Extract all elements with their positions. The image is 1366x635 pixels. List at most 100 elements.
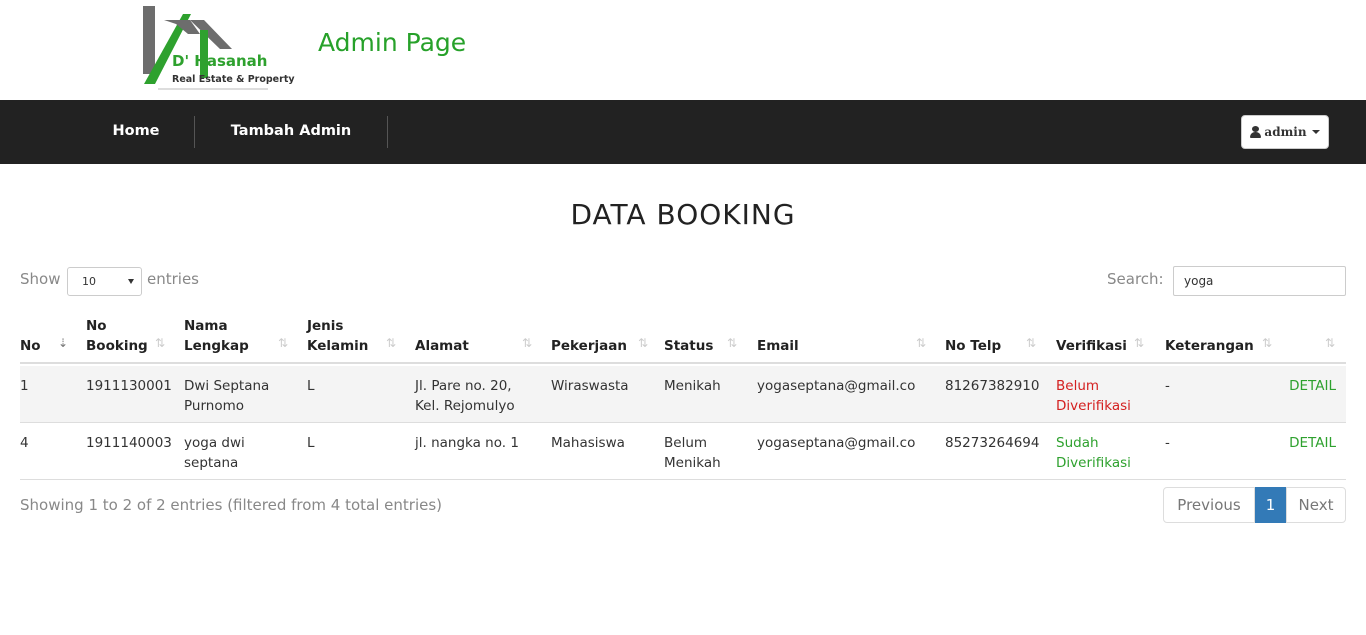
page-title: DATA BOOKING [570, 198, 796, 231]
column-header-label: Verifikasi [1056, 338, 1127, 354]
sort-icon[interactable]: ⇅ [278, 336, 290, 350]
cell-line: jl. nangka no. 1 [415, 435, 519, 451]
logo-tagline: Real Estate & Property [172, 74, 295, 85]
cell-line: Diverifikasi [1056, 455, 1131, 471]
user-menu-label: admin [1264, 125, 1307, 139]
cell-email: yogaseptana@gmail.co [757, 435, 916, 451]
sort-icon[interactable]: ⇅ [1134, 336, 1146, 350]
cell-jenis-kelamin: L [307, 435, 315, 451]
column-header-no-booking[interactable]: No Booking [86, 316, 148, 356]
cell-nama-lengkap: yoga dwi septana [184, 433, 245, 473]
cell-pekerjaan: Wiraswasta [551, 378, 629, 394]
detail-link[interactable]: DETAIL [1289, 376, 1336, 396]
cell-line: Kel. Rejomulyo [415, 398, 515, 414]
cell-line: Sudah [1056, 435, 1099, 451]
column-header-label: Nama [184, 318, 228, 334]
cell-status: Belum Menikah [664, 433, 721, 473]
pagination: Previous 1 Next [1163, 487, 1346, 523]
show-label: Show [20, 270, 61, 288]
cell-alamat: Jl. Pare no. 20, Kel. Rejomulyo [415, 376, 515, 416]
user-menu-button[interactable]: admin [1241, 115, 1329, 149]
column-header-label: Booking [86, 338, 148, 354]
cell-no-booking: 1911130001 [86, 378, 172, 394]
search-input[interactable] [1173, 266, 1346, 296]
entries-per-page-value: 10 [82, 275, 96, 288]
cell-email: yogaseptana@gmail.co [757, 378, 916, 394]
column-header-alamat[interactable]: Alamat [415, 336, 469, 356]
top-navbar: Home Tambah Admin admin [0, 100, 1366, 164]
cell-line: Menikah [664, 455, 721, 471]
cell-line: Dwi Septana [184, 378, 270, 394]
table-row: 4 1911140003 yoga dwi septana Ljl. nangka no… [20, 423, 1346, 480]
cell-status: Menikah [664, 376, 721, 396]
caret-down-icon [1311, 130, 1320, 134]
nav-home-link[interactable]: Home [78, 100, 194, 164]
site-header: D' Hasanah Real Estate & Property Admin … [0, 0, 1366, 100]
table-row: 1 1911130001 Dwi Septana Purnomo L Jl. Pare n… [20, 366, 1346, 423]
cell-line: Diverifikasi [1056, 398, 1131, 414]
nav-tambah-admin-link[interactable]: Tambah Admin [195, 100, 387, 164]
table-header-row: No ⇣ No Booking ⇅ Nama Lengkap ⇅ Jenis Kelamin ⇅ Al… [20, 310, 1346, 364]
sort-icon[interactable]: ⇅ [727, 336, 739, 350]
logo-brand-text: D' Hasanah [172, 52, 268, 70]
cell-no: 1 [20, 378, 29, 394]
page-heading: Admin Page [318, 28, 467, 57]
cell-nama-lengkap: Dwi Septana Purnomo [184, 376, 269, 416]
entries-label: entries [147, 270, 199, 288]
user-icon [1250, 126, 1262, 138]
column-header-label: Lengkap [184, 338, 249, 354]
cell-line: Belum [1056, 378, 1100, 394]
cell-verifikasi: Sudah Diverifikasi [1056, 433, 1131, 473]
cell-line: Jl. Pare no. 20, [415, 378, 512, 394]
cell-no-booking: 1911140003 [86, 435, 172, 451]
column-header-nama-lengkap[interactable]: Nama Lengkap [184, 316, 249, 356]
sort-icon[interactable]: ⇅ [916, 336, 928, 350]
sort-icon[interactable]: ⇅ [1262, 336, 1274, 350]
sort-icon[interactable]: ⇅ [386, 336, 398, 350]
pagination-previous[interactable]: Previous [1163, 487, 1255, 523]
sort-icon[interactable]: ⇅ [1026, 336, 1038, 350]
column-header-email[interactable]: Email [757, 336, 799, 356]
sort-icon[interactable]: ⇅ [522, 336, 534, 350]
cell-keterangan: - [1165, 435, 1170, 451]
pagination-next[interactable]: Next [1286, 487, 1346, 523]
search-label: Search: [1107, 270, 1164, 288]
column-header-status[interactable]: Status [664, 336, 713, 356]
sort-icon[interactable]: ⇅ [155, 336, 167, 350]
sort-icon[interactable]: ⇅ [1325, 336, 1337, 350]
sort-ascending-icon[interactable]: ⇣ [58, 336, 70, 350]
table-info: Showing 1 to 2 of 2 entries (filtered fr… [20, 496, 443, 514]
cell-no-telp: 85273264694 [945, 435, 1040, 451]
entries-per-page-select[interactable]: 10 [67, 267, 142, 296]
column-header-jenis-kelamin[interactable]: Jenis Kelamin [307, 316, 368, 356]
column-header-label: No Telp [945, 338, 1002, 354]
cell-line: Menikah [664, 378, 721, 394]
cell-no: 4 [20, 435, 29, 451]
cell-line: Purnomo [184, 398, 244, 414]
cell-line: yoga dwi [184, 435, 245, 451]
nav-divider [387, 116, 388, 148]
column-header-keterangan[interactable]: Keterangan [1165, 336, 1254, 356]
sort-icon[interactable]: ⇅ [638, 336, 650, 350]
column-header-label: No [86, 318, 107, 334]
column-header-label: Jenis [307, 318, 344, 334]
column-header-label: Keterangan [1165, 338, 1254, 354]
dropdown-arrow-icon [128, 279, 134, 284]
column-header-label: Kelamin [307, 338, 369, 354]
pagination-page-current[interactable]: 1 [1255, 487, 1286, 523]
cell-jenis-kelamin: L [307, 378, 315, 394]
column-header-no-telp[interactable]: No Telp [945, 336, 1001, 356]
column-header-pekerjaan[interactable]: Pekerjaan [551, 336, 627, 356]
cell-no-telp: 81267382910 [945, 378, 1040, 394]
cell-line: septana [184, 455, 239, 471]
column-header-verifikasi[interactable]: Verifikasi [1056, 336, 1127, 356]
cell-verifikasi: Belum Diverifikasi [1056, 376, 1131, 416]
column-header-label: No [20, 338, 41, 354]
column-header-no[interactable]: No [20, 336, 41, 356]
detail-link[interactable]: DETAIL [1289, 433, 1336, 453]
cell-pekerjaan: Mahasiswa [551, 435, 625, 451]
column-header-label: Pekerjaan [551, 338, 627, 354]
cell-keterangan: - [1165, 378, 1170, 394]
column-header-label: Email [757, 338, 799, 354]
column-header-label: Status [664, 338, 714, 354]
